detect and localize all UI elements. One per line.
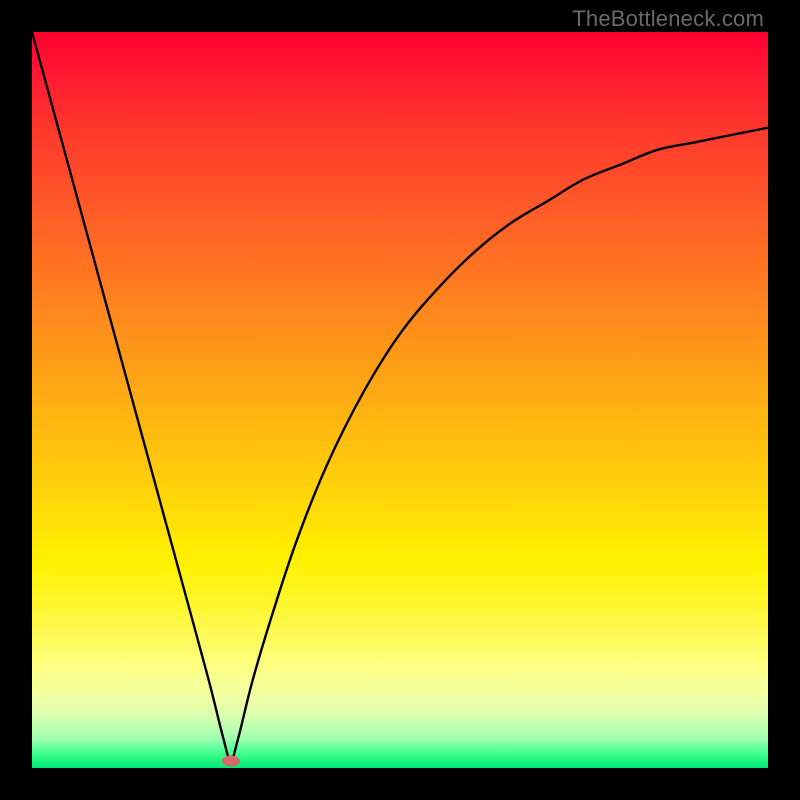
minimum-marker <box>222 755 240 766</box>
chart-frame: TheBottleneck.com <box>0 0 800 800</box>
bottleneck-curve-path <box>32 32 768 761</box>
watermark-text: TheBottleneck.com <box>572 6 764 32</box>
plot-area <box>32 32 768 768</box>
curve-svg <box>32 32 768 768</box>
